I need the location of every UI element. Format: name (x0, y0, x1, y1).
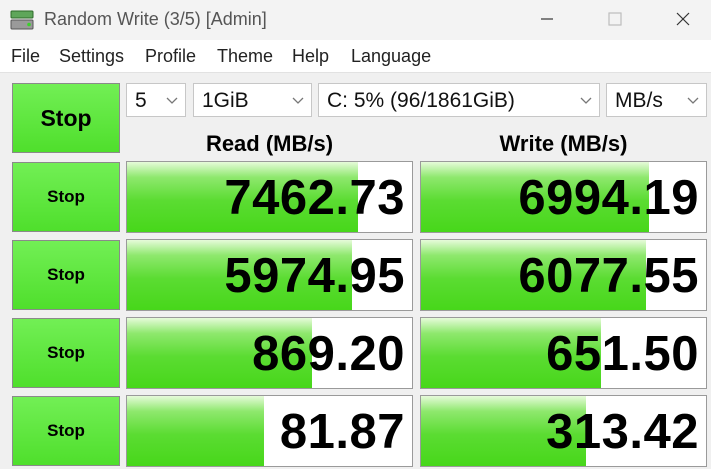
row-2-write-cell: 6077.55 (420, 239, 707, 311)
chevron-down-icon (687, 97, 699, 104)
minimize-icon (541, 18, 553, 20)
row-3-write-cell: 651.50 (420, 317, 707, 389)
row-2-write-value: 6077.55 (518, 249, 699, 303)
row-1-read-cell: 7462.73 (126, 161, 413, 233)
minimize-button[interactable] (518, 0, 576, 38)
row-2-read-cell: 5974.95 (126, 239, 413, 311)
chevron-down-icon (166, 97, 178, 104)
menu-help[interactable]: Help (292, 46, 329, 67)
menu-bar: File Settings Profile Theme Help Languag… (0, 40, 711, 73)
window-title: Random Write (3/5) [Admin] (44, 9, 267, 29)
test-count-value: 5 (135, 89, 147, 112)
row-1-stop-button[interactable]: Stop (12, 162, 120, 232)
row-4-read-value: 81.87 (279, 405, 405, 459)
row-4-read-cell: 81.87 (126, 395, 413, 467)
unit-select[interactable]: MB/s (606, 83, 707, 117)
row-4-stop-button[interactable]: Stop (12, 396, 120, 466)
menu-file[interactable]: File (11, 46, 40, 67)
row-3-read-value: 869.20 (252, 327, 405, 381)
test-size-select[interactable]: 1GiB (193, 83, 312, 117)
row-1-read-value: 7462.73 (224, 171, 405, 225)
disk-app-icon (10, 10, 34, 30)
maximize-button[interactable] (586, 0, 644, 38)
chevron-down-icon (292, 97, 304, 104)
title-bar: Random Write (3/5) [Admin] (0, 0, 711, 40)
menu-profile[interactable]: Profile (145, 46, 196, 67)
chevron-down-icon (580, 97, 592, 104)
row-3-write-value: 651.50 (546, 327, 699, 381)
drive-select[interactable]: C: 5% (96/1861GiB) (318, 83, 600, 117)
maximize-icon (608, 12, 622, 26)
row-4-write-cell: 313.42 (420, 395, 707, 467)
row-1-write-value: 6994.19 (518, 171, 699, 225)
menu-settings[interactable]: Settings (59, 46, 124, 67)
row-4-write-value: 313.42 (546, 405, 699, 459)
unit-value: MB/s (615, 89, 663, 112)
read-column-header: Read (MB/s) (205, 131, 334, 156)
row-4-read-bar (127, 396, 264, 466)
test-count-select[interactable]: 5 (126, 83, 186, 117)
main-stop-button[interactable]: Stop (12, 83, 120, 153)
close-button[interactable] (654, 0, 711, 38)
row-2-read-value: 5974.95 (224, 249, 405, 303)
row-2-stop-button[interactable]: Stop (12, 240, 120, 310)
row-3-read-cell: 869.20 (126, 317, 413, 389)
drive-value: C: 5% (96/1861GiB) (327, 89, 515, 112)
benchmark-panel: Stop 5 1GiB C: 5% (96/1861GiB) MB/s Read… (0, 73, 711, 469)
close-icon (676, 12, 690, 26)
menu-theme[interactable]: Theme (217, 46, 273, 67)
menu-language[interactable]: Language (351, 46, 431, 67)
write-column-header: Write (MB/s) (499, 131, 628, 156)
row-3-stop-button[interactable]: Stop (12, 318, 120, 388)
row-1-write-cell: 6994.19 (420, 161, 707, 233)
test-size-value: 1GiB (202, 89, 249, 112)
